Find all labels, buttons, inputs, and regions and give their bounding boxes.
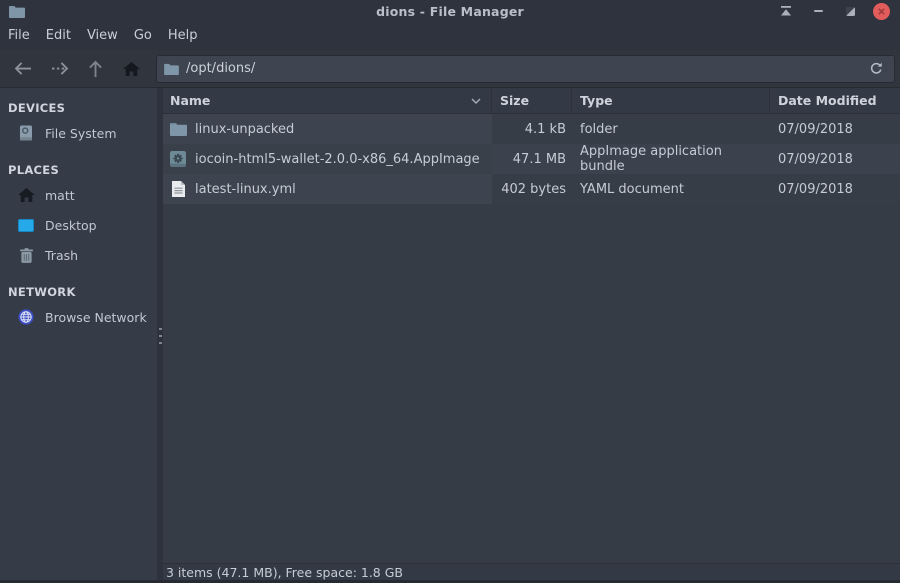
sidebar-item-desktop[interactable]: Desktop bbox=[0, 210, 157, 240]
menu-file[interactable]: File bbox=[0, 22, 38, 50]
file-name: latest-linux.yml bbox=[195, 182, 296, 197]
menu-edit[interactable]: Edit bbox=[38, 22, 79, 50]
sidebar-item-label: Desktop bbox=[45, 218, 97, 233]
column-label: Date Modified bbox=[778, 93, 877, 108]
sidebar: DEVICES File System PLACES matt Desktop bbox=[0, 88, 157, 580]
column-header-name[interactable]: Name bbox=[163, 88, 492, 113]
file-panel: Name Size Type Date Modified bbox=[163, 88, 900, 580]
size-cell: 47.1 MB bbox=[492, 144, 572, 174]
reload-icon[interactable] bbox=[865, 58, 887, 80]
column-header-size[interactable]: Size bbox=[492, 88, 572, 113]
close-icon[interactable] bbox=[873, 3, 890, 20]
maximize-icon[interactable] bbox=[841, 2, 859, 20]
sidebar-section-places: PLACES bbox=[0, 160, 157, 180]
window-title: dions - File Manager bbox=[0, 4, 900, 19]
drive-harddisk-icon bbox=[16, 124, 36, 142]
sidebar-item-home-matt[interactable]: matt bbox=[0, 180, 157, 210]
folder-icon bbox=[169, 121, 187, 138]
type-cell: YAML document bbox=[572, 174, 770, 204]
sidebar-item-label: matt bbox=[45, 188, 75, 203]
date-modified-cell: 07/09/2018 bbox=[770, 114, 900, 144]
menu-go[interactable]: Go bbox=[126, 22, 160, 50]
sort-chevron-down-icon bbox=[471, 98, 481, 104]
sidebar-item-trash[interactable]: Trash bbox=[0, 240, 157, 270]
type-cell: AppImage application bundle bbox=[572, 144, 770, 174]
splitter-grip-icon bbox=[159, 328, 162, 344]
sidebar-item-label: Browse Network bbox=[45, 310, 147, 325]
file-manager-window: dions - File Manager File Edit View Go H… bbox=[0, 0, 900, 583]
sidebar-item-label: Trash bbox=[45, 248, 78, 263]
sidebar-section-devices: DEVICES bbox=[0, 98, 157, 118]
date-modified-cell: 07/09/2018 bbox=[770, 174, 900, 204]
back-button[interactable] bbox=[8, 55, 38, 83]
content-area: DEVICES File System PLACES matt Desktop bbox=[0, 88, 900, 580]
titlebar[interactable]: dions - File Manager bbox=[0, 0, 900, 22]
statusbar: 3 items (47.1 MB), Free space: 1.8 GB bbox=[163, 563, 900, 580]
column-label: Name bbox=[170, 93, 210, 108]
trash-icon bbox=[16, 246, 36, 264]
sidebar-item-label: File System bbox=[45, 126, 117, 141]
column-label: Size bbox=[500, 93, 529, 108]
up-button[interactable] bbox=[80, 55, 110, 83]
path-folder-icon bbox=[164, 63, 179, 75]
name-cell: latest-linux.yml bbox=[163, 174, 492, 204]
column-header-date-modified[interactable]: Date Modified bbox=[770, 88, 900, 113]
home-icon bbox=[16, 186, 36, 204]
menubar: File Edit View Go Help bbox=[0, 22, 900, 50]
current-path[interactable]: /opt/dions/ bbox=[186, 61, 865, 76]
file-row-latest-linux-yml[interactable]: latest-linux.yml 402 bytes YAML document… bbox=[163, 174, 900, 204]
desktop-icon bbox=[16, 216, 36, 234]
type-cell: folder bbox=[572, 114, 770, 144]
date-modified-cell: 07/09/2018 bbox=[770, 144, 900, 174]
home-button[interactable] bbox=[116, 55, 146, 83]
name-cell: linux-unpacked bbox=[163, 114, 492, 144]
column-label: Type bbox=[580, 93, 613, 108]
forward-button[interactable] bbox=[44, 55, 74, 83]
minimize-icon[interactable] bbox=[809, 2, 827, 20]
file-row-appimage[interactable]: iocoin-html5-wallet-2.0.0-x86_64.AppImag… bbox=[163, 144, 900, 174]
toolbar: /opt/dions/ bbox=[0, 50, 900, 88]
size-cell: 402 bytes bbox=[492, 174, 572, 204]
column-header-type[interactable]: Type bbox=[572, 88, 770, 113]
menu-view[interactable]: View bbox=[79, 22, 126, 50]
appimage-gear-icon bbox=[169, 151, 187, 168]
sidebar-section-network: NETWORK bbox=[0, 282, 157, 302]
file-list: linux-unpacked 4.1 kB folder 07/09/2018 … bbox=[163, 114, 900, 204]
size-cell: 4.1 kB bbox=[492, 114, 572, 144]
pane-splitter[interactable] bbox=[157, 88, 163, 580]
status-text: 3 items (47.1 MB), Free space: 1.8 GB bbox=[166, 565, 403, 580]
name-cell: iocoin-html5-wallet-2.0.0-x86_64.AppImag… bbox=[163, 144, 492, 174]
file-row-linux-unpacked[interactable]: linux-unpacked 4.1 kB folder 07/09/2018 bbox=[163, 114, 900, 144]
network-globe-icon bbox=[16, 308, 36, 326]
sidebar-item-browse-network[interactable]: Browse Network bbox=[0, 302, 157, 332]
location-bar[interactable]: /opt/dions/ bbox=[156, 55, 895, 83]
file-name: linux-unpacked bbox=[195, 122, 294, 137]
menu-help[interactable]: Help bbox=[160, 22, 206, 50]
file-name: iocoin-html5-wallet-2.0.0-x86_64.AppImag… bbox=[195, 152, 480, 167]
sidebar-item-file-system[interactable]: File System bbox=[0, 118, 157, 148]
empty-file-area[interactable] bbox=[163, 204, 900, 563]
column-headers: Name Size Type Date Modified bbox=[163, 88, 900, 114]
window-controls bbox=[777, 2, 900, 20]
shade-window-icon[interactable] bbox=[777, 2, 795, 20]
yaml-document-icon bbox=[169, 181, 187, 198]
